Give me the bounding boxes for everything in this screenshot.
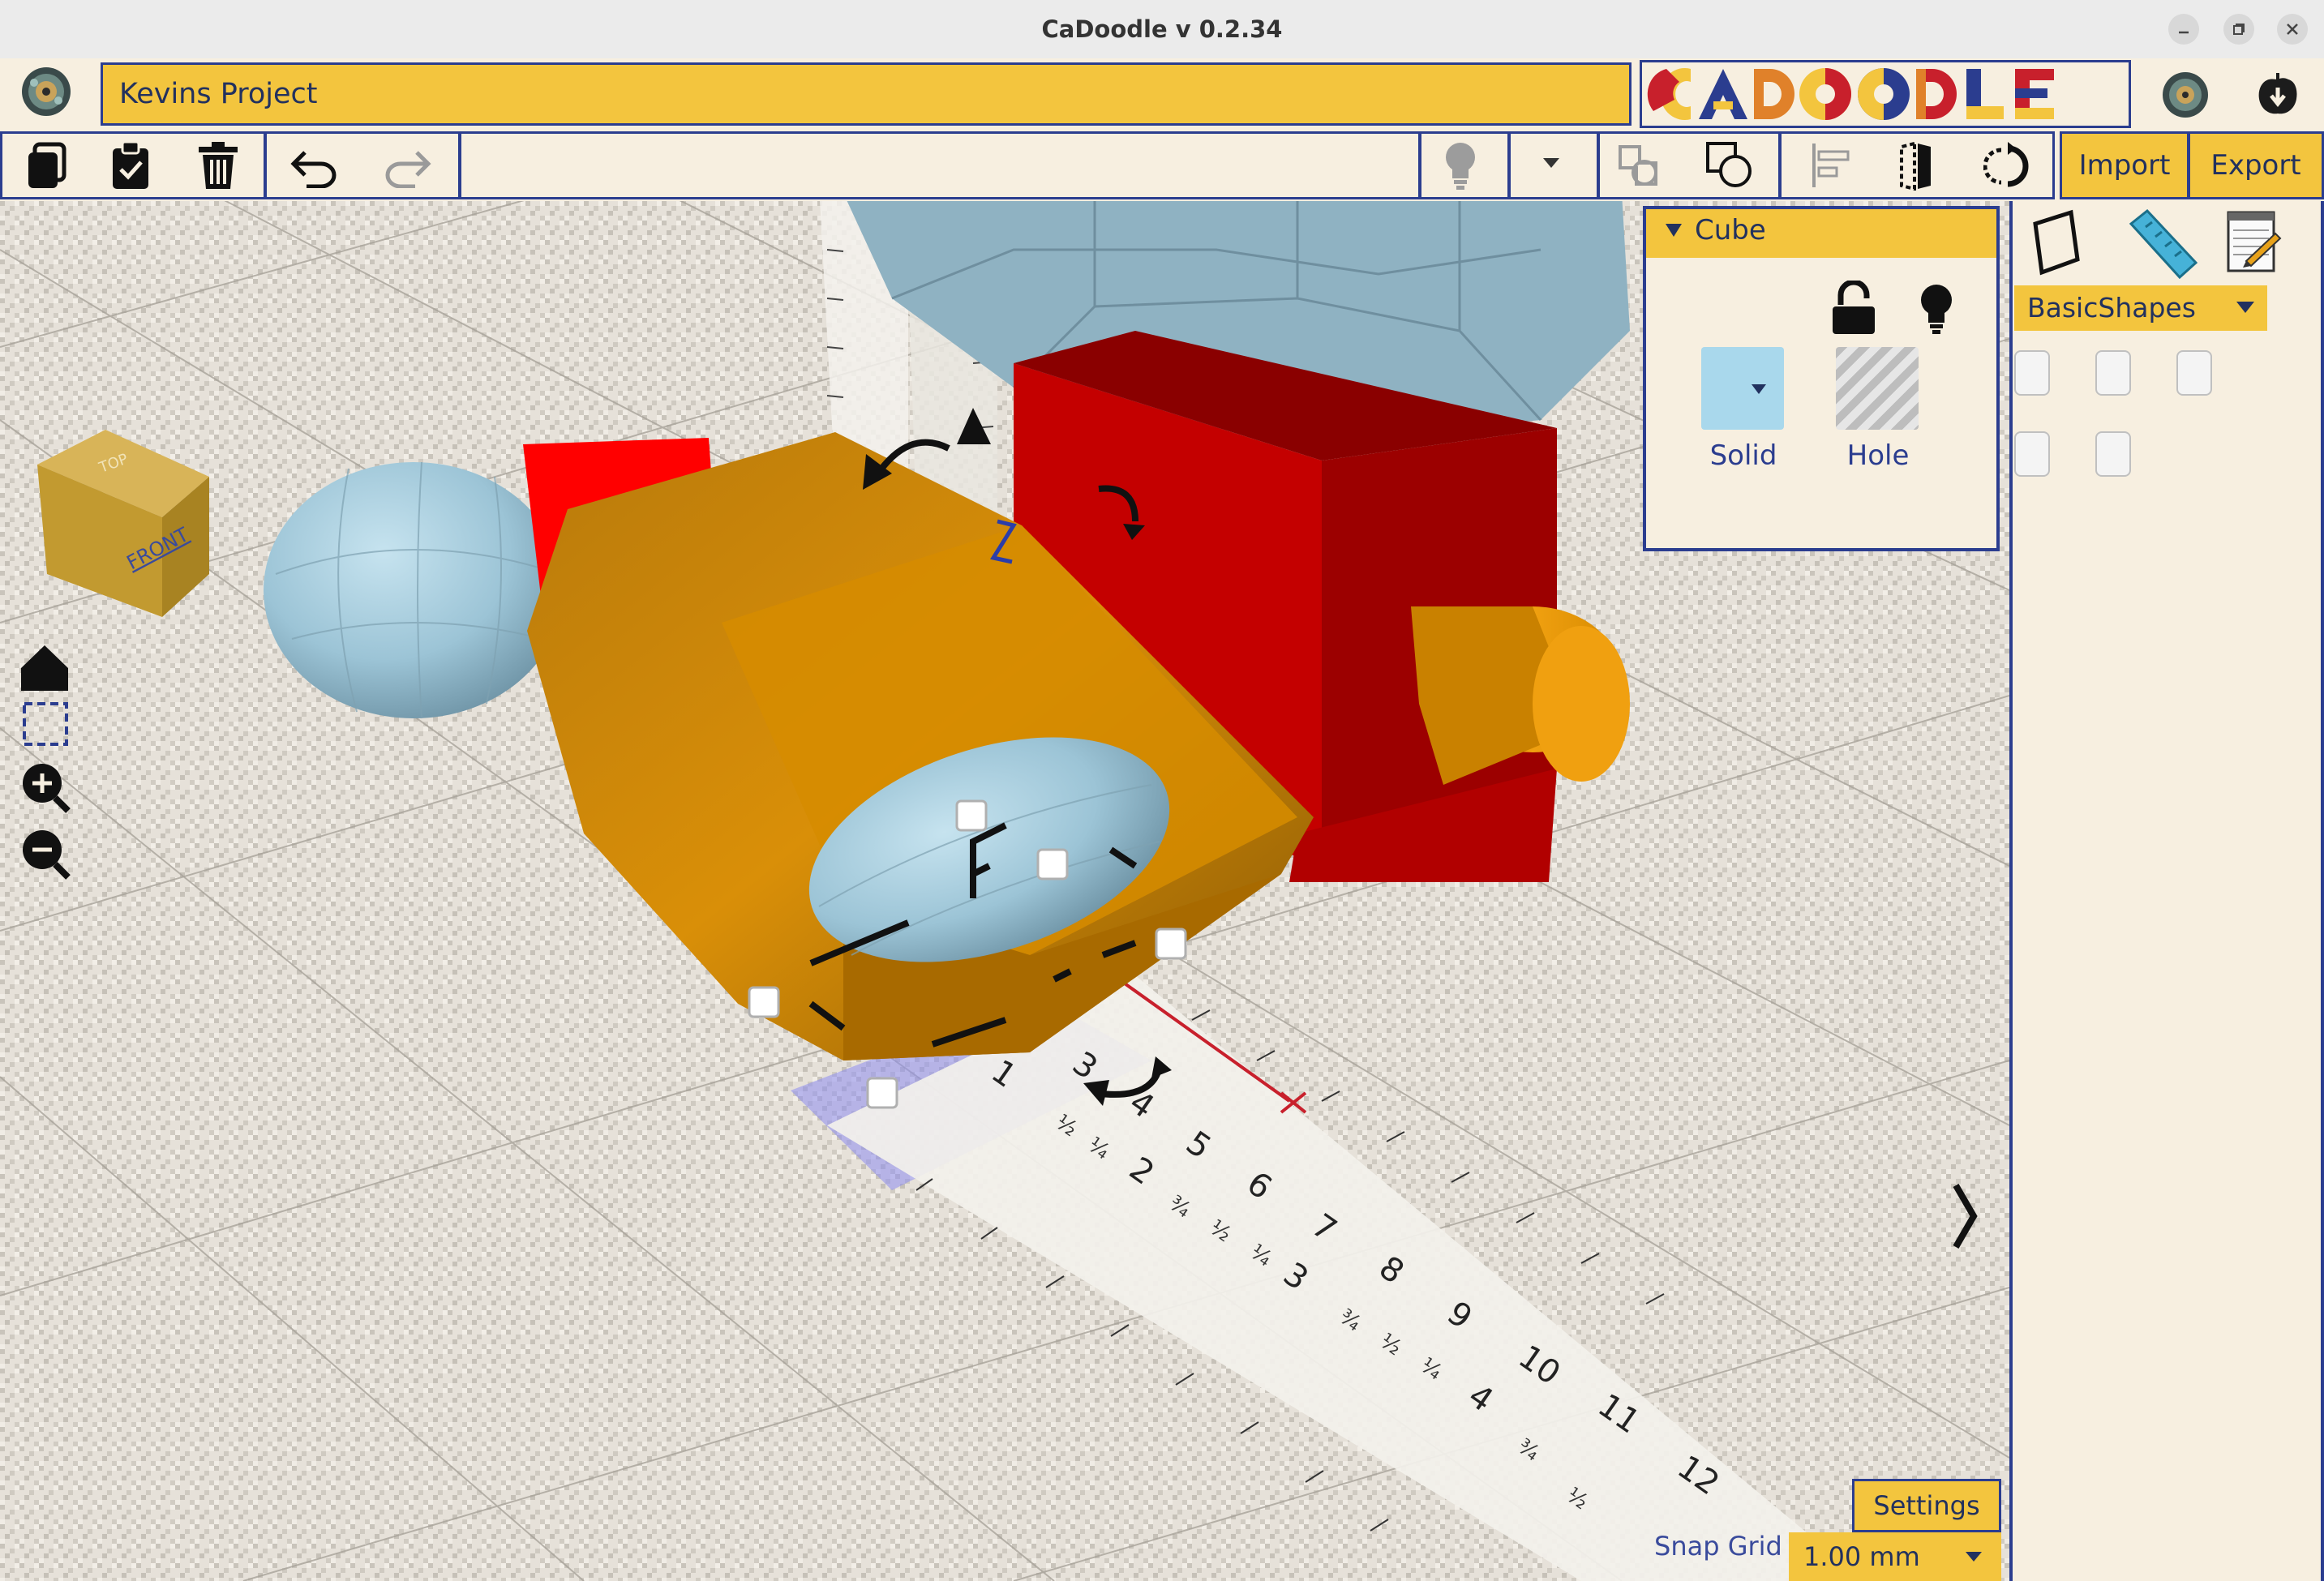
chevron-down-icon [1543, 158, 1559, 168]
exit-button[interactable] [2253, 70, 2303, 120]
scale-handle[interactable] [748, 986, 780, 1018]
lightbulb-icon [1921, 285, 1952, 334]
delete-button[interactable] [188, 136, 248, 195]
shape-category-value: BasicShapes [2027, 292, 2196, 323]
cadoodle-logo [1640, 60, 2131, 128]
mirror-button[interactable] [1886, 136, 1946, 195]
align-button[interactable] [1802, 136, 1862, 195]
undo-button[interactable] [285, 136, 345, 195]
unlock-icon [1833, 279, 1875, 334]
workplane-button[interactable] [2027, 208, 2086, 276]
trash-icon [199, 142, 238, 189]
ruler-icon [2129, 208, 2198, 280]
user-avatar-button[interactable] [2160, 70, 2210, 120]
export-button[interactable]: Export [2188, 131, 2324, 199]
shape-item[interactable] [2176, 350, 2212, 396]
lightbulb-icon [1446, 143, 1475, 190]
notes-button[interactable] [2222, 208, 2283, 276]
snap-grid-value: 1.00 mm [1803, 1541, 1920, 1572]
rotate-icon [1983, 142, 2029, 187]
shape-item[interactable] [2095, 431, 2131, 477]
solid-label[interactable]: Solid [1695, 439, 1792, 472]
rotate-button[interactable] [1980, 136, 2040, 195]
hole-label[interactable]: Hole [1829, 439, 1927, 472]
copy-button[interactable] [16, 136, 76, 195]
minimize-button[interactable] [2168, 14, 2199, 45]
scale-handle[interactable] [955, 799, 988, 832]
app-menu-button[interactable] [19, 65, 73, 118]
cadoodle-logo-graphic [1647, 68, 2054, 120]
group-icon [1619, 145, 1657, 186]
shape-category-select[interactable]: BasicShapes [2014, 285, 2267, 331]
ungroup-button[interactable] [1700, 136, 1760, 195]
scale-handle[interactable] [866, 1077, 898, 1109]
group-button[interactable] [1610, 136, 1670, 195]
maximize-button[interactable] [2223, 14, 2254, 45]
copy-icon [28, 142, 66, 188]
redo-button[interactable] [376, 136, 436, 195]
visibility-toggle[interactable] [1915, 282, 1957, 339]
shape-item[interactable] [2014, 431, 2050, 477]
redo-icon [385, 151, 431, 188]
scale-handle[interactable] [1036, 848, 1069, 880]
status-area [459, 131, 1421, 199]
close-button[interactable] [2277, 14, 2308, 45]
shapes-sidebar [2009, 201, 2324, 1581]
settings-button[interactable]: Settings [1852, 1479, 2001, 1532]
chevron-down-icon [1752, 384, 1766, 394]
app-logo-icon [22, 67, 71, 116]
scale-handle[interactable] [1155, 928, 1187, 960]
align-left-icon [1812, 144, 1850, 187]
project-name-field[interactable]: Kevins Project [101, 62, 1632, 126]
window-title: CaDoodle v 0.2.34 [1041, 15, 1283, 43]
ruler-tool-button[interactable] [2126, 208, 2199, 281]
snap-grid-label: Snap Grid [1654, 1531, 1782, 1562]
mirror-icon [1900, 141, 1931, 191]
notepad-pencil-icon [2227, 211, 2282, 272]
minimize-icon [2179, 31, 2189, 34]
undo-icon [290, 151, 337, 188]
avatar-icon [2163, 72, 2208, 118]
show-hidden-button[interactable] [1430, 136, 1490, 195]
ungroup-icon [1706, 142, 1752, 187]
chevron-down-icon [1964, 1550, 1983, 1566]
hole-toggle[interactable] [1836, 347, 1919, 430]
workplane-icon [2033, 209, 2080, 276]
shape-item[interactable] [2014, 350, 2050, 396]
chevron-down-icon [2235, 300, 2256, 318]
small-sphere[interactable] [264, 462, 564, 718]
shape-item[interactable] [2095, 350, 2131, 396]
properties-title: Cube [1695, 214, 1766, 246]
paste-button[interactable] [101, 136, 161, 195]
collapse-triangle-icon[interactable] [1664, 221, 1683, 243]
lock-toggle[interactable] [1828, 279, 1880, 337]
power-apple-icon [2258, 73, 2297, 114]
maximize-icon [2233, 24, 2245, 35]
close-icon [2287, 24, 2298, 35]
solid-color-picker[interactable] [1701, 347, 1784, 430]
clipboard-check-icon [113, 140, 148, 189]
import-button[interactable]: Import [2060, 131, 2189, 199]
view-dropdown[interactable] [1508, 131, 1599, 199]
